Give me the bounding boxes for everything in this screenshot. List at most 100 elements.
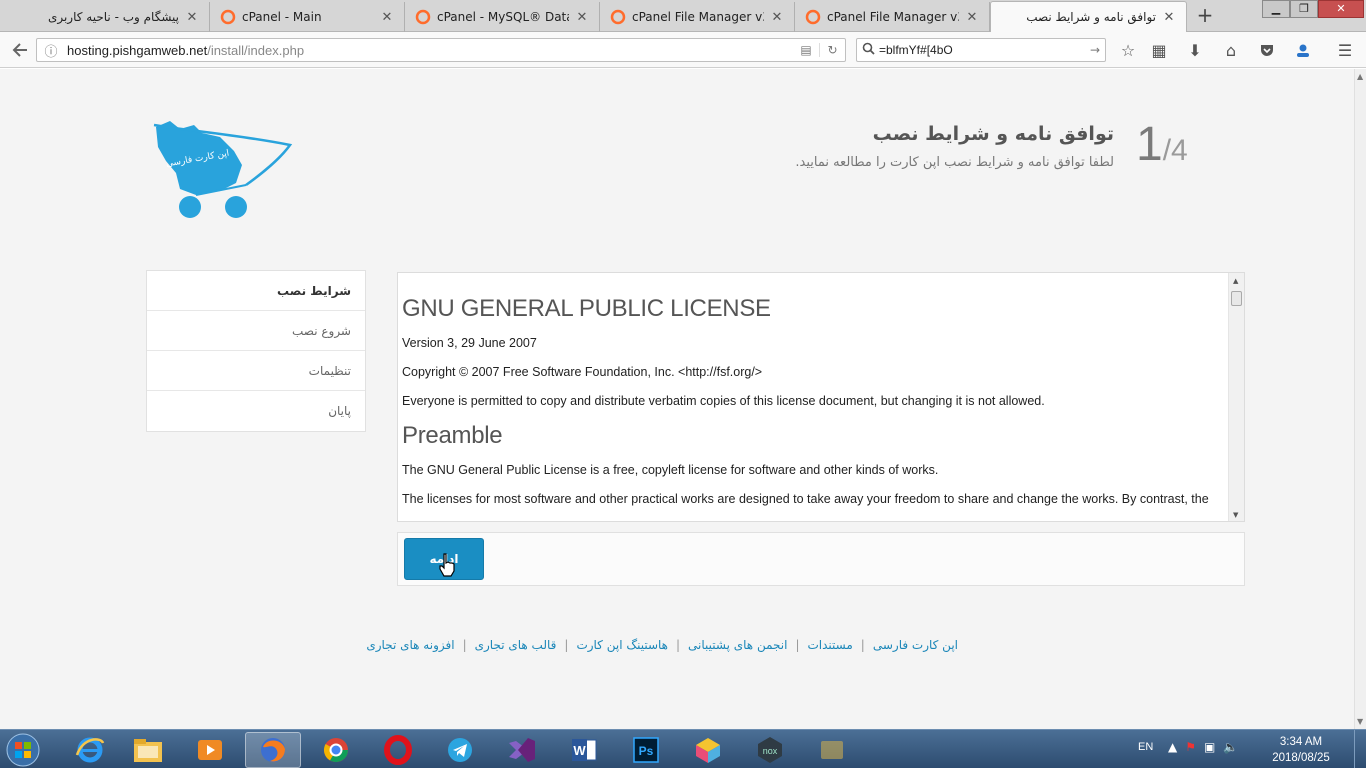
taskbar-photoshop[interactable]: Ps bbox=[618, 732, 674, 768]
tab-cpanel-filemanager-2[interactable]: cPanel File Manager v3 - F ✕ bbox=[795, 2, 990, 32]
footer-separator: | bbox=[675, 638, 681, 652]
page-subtitle: لطفا توافق نامه و شرایط نصب اپن کارت را … bbox=[795, 155, 1114, 170]
tab-title: cPanel File Manager v3 bbox=[632, 10, 764, 24]
tab-install-agreement[interactable]: توافق نامه و شرایط نصب ✕ bbox=[990, 1, 1187, 32]
close-icon[interactable]: ✕ bbox=[1162, 10, 1176, 25]
back-arrow-icon bbox=[12, 43, 27, 57]
footer-link-themes[interactable]: قالب های تجاری bbox=[475, 638, 557, 652]
clock-time: 3:34 AM bbox=[1279, 736, 1323, 748]
search-icon bbox=[857, 42, 879, 58]
scroll-down-icon[interactable]: ▼ bbox=[1357, 717, 1363, 726]
bookmarks-menu-icon[interactable]: ▦ bbox=[1147, 38, 1171, 62]
colorful-cube-icon bbox=[696, 738, 720, 763]
reader-view-icon[interactable]: ▤ bbox=[793, 43, 819, 57]
close-icon[interactable]: ✕ bbox=[770, 10, 784, 25]
minimize-button[interactable]: ▁ bbox=[1262, 0, 1290, 18]
menu-item-start-install[interactable]: شروع نصب bbox=[147, 311, 365, 351]
language-indicator[interactable]: EN bbox=[1138, 741, 1153, 753]
step-indicator: 1/4 bbox=[1136, 117, 1188, 172]
footer-link-extensions[interactable]: افزونه های تجاری bbox=[366, 638, 454, 652]
menu-item-install-terms[interactable]: شرایط نصب bbox=[147, 271, 365, 311]
taskbar-clock[interactable]: 3:34 AM 2018/08/25 bbox=[1268, 734, 1334, 766]
tab-cpanel-filemanager[interactable]: cPanel File Manager v3 ✕ bbox=[600, 2, 795, 32]
step-separator: / bbox=[1162, 134, 1172, 167]
folder-icon bbox=[134, 739, 162, 762]
footer-link-support-forums[interactable]: انجمن های پشتیبانی bbox=[688, 638, 787, 652]
tab-pishgamweb[interactable]: پیشگام وب - ناحیه کاربری ✕ bbox=[0, 2, 210, 32]
action-center-flag-icon[interactable]: ⚑ bbox=[1185, 740, 1196, 754]
hamburger-menu-icon[interactable]: ☰ bbox=[1333, 38, 1357, 62]
nox-icon: nox bbox=[758, 737, 782, 763]
taskbar-file-explorer[interactable] bbox=[120, 732, 176, 768]
opencart-farsi-logo: اپن کارت فارسی bbox=[150, 117, 300, 223]
hand-cursor-icon bbox=[439, 553, 455, 577]
close-icon[interactable]: ✕ bbox=[380, 10, 394, 25]
tab-title: پیشگام وب - ناحیه کاربری bbox=[47, 10, 179, 24]
footer-link-docs[interactable]: مستندات bbox=[807, 638, 852, 652]
scroll-up-icon[interactable]: ▲ bbox=[1233, 277, 1238, 285]
show-desktop-button[interactable] bbox=[1354, 730, 1366, 768]
pocket-icon[interactable] bbox=[1255, 38, 1279, 62]
search-input[interactable] bbox=[879, 43, 1085, 57]
network-icon[interactable]: ▣ bbox=[1204, 740, 1215, 754]
home-icon[interactable]: ⌂ bbox=[1219, 38, 1243, 62]
scroll-down-icon[interactable]: ▼ bbox=[1233, 511, 1238, 519]
menu-item-finish[interactable]: پایان bbox=[147, 391, 365, 431]
tab-cpanel-mysql[interactable]: cPanel - MySQL® Databa ✕ bbox=[405, 2, 600, 32]
menu-item-settings[interactable]: تنظیمات bbox=[147, 351, 365, 391]
close-icon[interactable]: ✕ bbox=[575, 10, 589, 25]
window-close-button[interactable]: ✕ bbox=[1318, 0, 1364, 18]
taskbar-app-cube[interactable] bbox=[680, 732, 736, 768]
taskbar-media-player[interactable] bbox=[182, 732, 238, 768]
close-icon[interactable]: ✕ bbox=[185, 10, 199, 25]
footer-link-opencart-farsi[interactable]: اپن کارت فارسی bbox=[873, 638, 958, 652]
taskbar-nox[interactable]: nox bbox=[742, 732, 798, 768]
taskbar-word[interactable]: W bbox=[556, 732, 612, 768]
url-text[interactable]: hosting.pishgamweb.net/install/index.php bbox=[67, 43, 793, 58]
scroll-up-icon[interactable]: ▲ bbox=[1357, 72, 1363, 81]
close-icon[interactable]: ✕ bbox=[965, 10, 979, 25]
search-bar[interactable]: → bbox=[856, 38, 1106, 62]
tab-cpanel-main[interactable]: cPanel - Main ✕ bbox=[210, 2, 405, 32]
license-textbox[interactable]: GNU GENERAL PUBLIC LICENSE Version 3, 29… bbox=[397, 272, 1245, 522]
windows-taskbar: W Ps nox EN ▲ ⚑ ▣ 🔈 3:34 AM 2018/08/25 bbox=[0, 729, 1366, 768]
taskbar-opera[interactable] bbox=[370, 732, 426, 768]
license-copyright: Copyright © 2007 Free Software Foundatio… bbox=[402, 365, 763, 379]
taskbar-chrome[interactable] bbox=[308, 732, 364, 768]
show-hidden-icons-icon[interactable]: ▲ bbox=[1168, 740, 1177, 754]
account-icon[interactable] bbox=[1291, 38, 1315, 62]
taskbar-firefox[interactable] bbox=[245, 732, 301, 768]
reload-icon[interactable]: ↻ bbox=[819, 43, 845, 57]
taskbar-telegram[interactable] bbox=[432, 732, 488, 768]
search-go-icon[interactable]: → bbox=[1085, 43, 1105, 57]
new-tab-button[interactable]: + bbox=[1192, 4, 1218, 28]
download-icon[interactable]: ⬇ bbox=[1183, 38, 1207, 62]
license-heading: GNU GENERAL PUBLIC LICENSE bbox=[402, 295, 771, 322]
scroll-thumb[interactable] bbox=[1231, 291, 1242, 306]
info-icon[interactable]: ⓘ bbox=[41, 41, 61, 60]
volume-icon[interactable]: 🔈 bbox=[1223, 740, 1238, 754]
tab-title: توافق نامه و شرایط نصب bbox=[1026, 10, 1156, 24]
taskbar-app-blurred[interactable] bbox=[804, 732, 860, 768]
license-version: Version 3, 29 June 2007 bbox=[402, 336, 537, 350]
taskbar-internet-explorer[interactable] bbox=[62, 732, 118, 768]
step-current: 1 bbox=[1136, 118, 1163, 171]
taskbar-visual-studio[interactable] bbox=[494, 732, 550, 768]
page-scrollbar[interactable]: ▲ ▼ bbox=[1354, 69, 1366, 729]
maximize-button[interactable]: ❐ bbox=[1290, 0, 1318, 18]
url-host: hosting.pishgamweb.net bbox=[67, 42, 208, 58]
back-button[interactable] bbox=[8, 38, 32, 62]
word-icon: W bbox=[572, 739, 597, 761]
visual-studio-icon bbox=[509, 738, 535, 762]
license-scrollbar[interactable]: ▲ ▼ bbox=[1228, 273, 1244, 521]
cpanel-icon bbox=[220, 9, 236, 25]
footer-link-hosting[interactable]: هاستینگ اپن کارت bbox=[576, 638, 668, 652]
bookmark-star-icon[interactable]: ☆ bbox=[1116, 38, 1140, 62]
internet-explorer-icon bbox=[75, 737, 105, 763]
url-bar[interactable]: ⓘ hosting.pishgamweb.net/install/index.p… bbox=[36, 38, 846, 62]
tab-strip: پیشگام وب - ناحیه کاربری ✕ cPanel - Main… bbox=[0, 0, 1366, 32]
start-button[interactable] bbox=[4, 732, 44, 768]
footer-separator: | bbox=[860, 638, 865, 652]
windows-logo-icon bbox=[6, 733, 40, 767]
system-tray: ▲ ⚑ ▣ 🔈 bbox=[1168, 740, 1238, 754]
